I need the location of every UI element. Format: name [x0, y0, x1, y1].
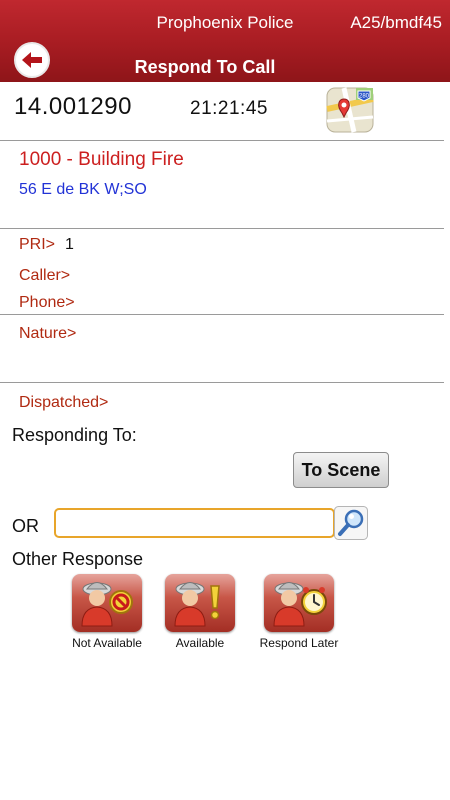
divider	[0, 314, 444, 315]
priority-label: PRI>	[19, 236, 56, 253]
available-label: Available	[175, 636, 225, 650]
nature-label: Nature>	[19, 325, 77, 342]
respond-later-label: Respond Later	[259, 636, 339, 650]
firefighter-no-icon	[72, 574, 142, 632]
divider	[0, 228, 444, 229]
map-badge-label: 280	[359, 94, 370, 100]
or-label: OR	[12, 516, 39, 536]
search-button[interactable]	[334, 506, 368, 540]
to-scene-button[interactable]: To Scene	[293, 452, 389, 488]
phone-label: Phone>	[19, 294, 75, 311]
responding-to-label: Responding To:	[12, 425, 137, 445]
app-header: Prophoenix Police A25/bmdf45 Respond To …	[0, 0, 450, 82]
response-search-input[interactable]	[54, 508, 335, 538]
firefighter-clock-icon	[264, 574, 334, 632]
not-available-label: Not Available	[72, 636, 142, 650]
call-type: 1000 - Building Fire	[19, 149, 184, 170]
page-title: Respond To Call	[134, 57, 276, 77]
call-address[interactable]: 56 E de BK W;SO	[19, 181, 147, 199]
respond-later-button[interactable]: Respond Later	[249, 574, 349, 650]
not-available-button[interactable]: Not Available	[57, 574, 157, 650]
other-response-label: Other Response	[12, 549, 144, 569]
priority-value: 1	[65, 236, 74, 253]
call-time: 21:21:45	[190, 98, 268, 119]
firefighter-available-icon	[165, 574, 235, 632]
search-icon	[334, 506, 368, 540]
caller-label: Caller>	[19, 267, 71, 284]
dispatched-label: Dispatched>	[19, 394, 109, 411]
unit-id: A25/bmdf45	[350, 13, 442, 32]
map-icon[interactable]: 280	[326, 87, 374, 133]
divider	[0, 382, 444, 383]
available-button[interactable]: Available	[150, 574, 250, 650]
divider	[0, 140, 444, 141]
call-number: 14.001290	[14, 93, 132, 120]
